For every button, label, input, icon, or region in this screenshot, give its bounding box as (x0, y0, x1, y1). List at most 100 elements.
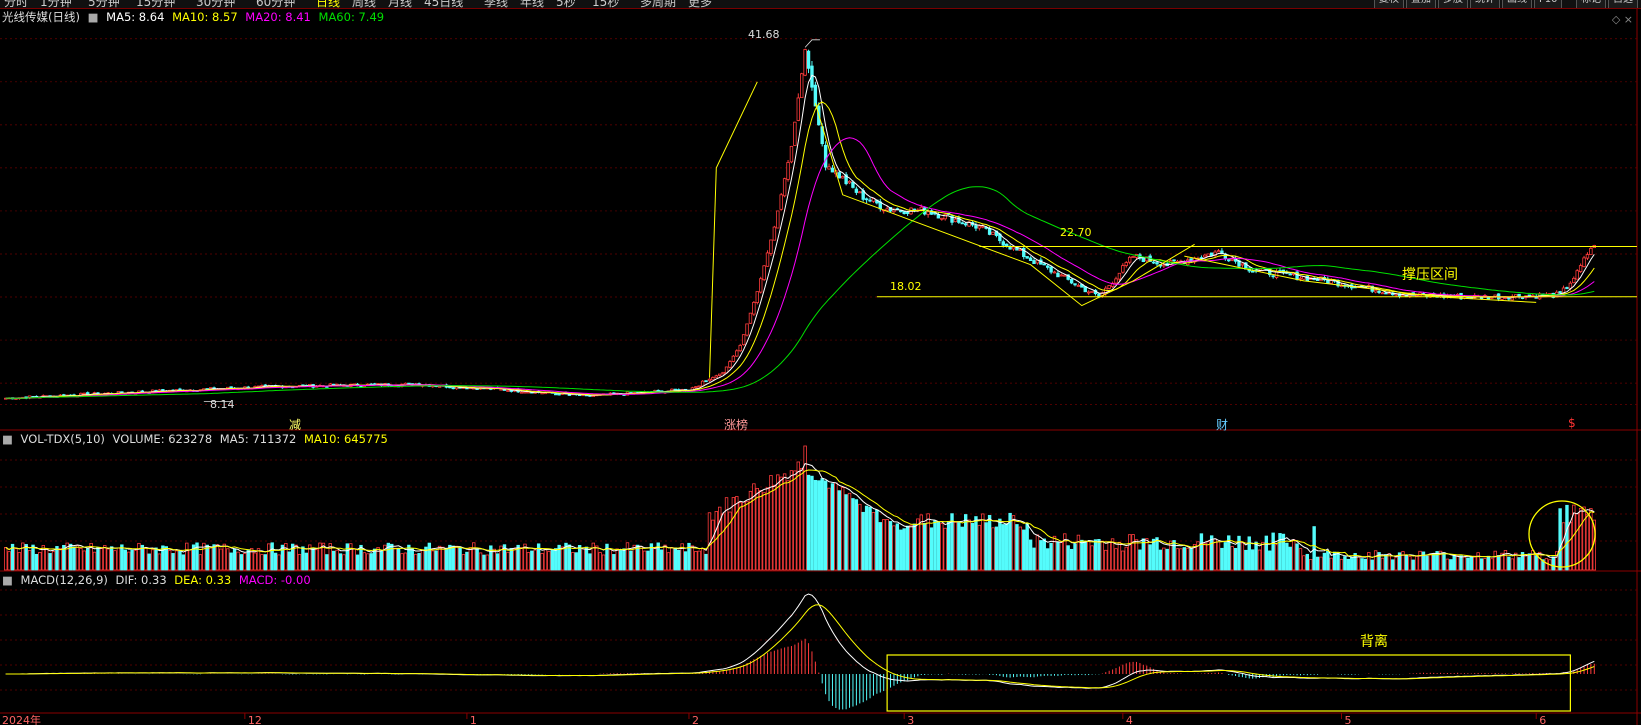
candle-body-127 (437, 385, 442, 388)
candle-body-274 (940, 217, 944, 220)
volume-bar-381 (1305, 553, 1310, 571)
volume-bar-107 (369, 553, 373, 571)
volume-bar-185 (636, 544, 640, 571)
candle-body-247 (847, 180, 852, 184)
volume-bar-244 (837, 490, 841, 571)
volume-bar-192 (659, 549, 664, 571)
volume-bar-320 (1097, 539, 1101, 571)
candle-body-212 (728, 361, 732, 368)
axis-label-2: 1 (470, 714, 477, 725)
candle-body-458 (1568, 282, 1573, 289)
volume-bar-110 (379, 550, 384, 571)
volume-bar-407 (1394, 556, 1398, 571)
candle-body-237 (813, 84, 818, 107)
volume-bar-346 (1186, 547, 1190, 571)
candle-body-297 (1018, 249, 1023, 252)
volume-bar-120 (413, 553, 418, 571)
volume-bar-27 (96, 547, 100, 571)
volume-bar-447 (1531, 550, 1535, 571)
candle-body-196 (673, 388, 678, 391)
candle-body-461 (1578, 265, 1583, 272)
candle-body-242 (830, 167, 835, 173)
close-icon[interactable]: × (1624, 13, 1633, 26)
volume-bar-132 (454, 545, 459, 571)
volume-bar-432 (1479, 558, 1484, 571)
high-label: 41.68 (748, 28, 780, 41)
candle-body-219 (752, 301, 756, 315)
volume-bar-230 (789, 470, 794, 571)
volume-bar-410 (1404, 555, 1409, 571)
volume-bar-335 (1148, 544, 1152, 571)
candle-body-221 (759, 278, 763, 293)
trend-arrow-down (814, 103, 1195, 307)
candle-body-401 (1373, 289, 1378, 293)
candle-body-253 (868, 199, 872, 202)
candle-body-204 (700, 380, 705, 387)
volume-bar-338 (1158, 549, 1163, 571)
volume-bar-297 (1018, 526, 1023, 571)
volume-bar-257 (882, 519, 886, 571)
volume-bar-404 (1384, 554, 1388, 571)
volume-bar-269 (922, 522, 927, 571)
volume-bar-462 (1582, 506, 1586, 571)
low-label: 8.14 (210, 398, 235, 411)
diamond-icon[interactable]: ◇ (1612, 13, 1620, 26)
volume-bar-351 (1203, 543, 1207, 571)
divergence-label: 背离 (1360, 634, 1388, 650)
volume-bar-306 (1049, 542, 1053, 571)
volume-bar-365 (1250, 549, 1255, 571)
volume-bar-324 (1110, 538, 1115, 571)
peak-marker (804, 39, 820, 48)
candle-body-351 (1203, 254, 1207, 258)
volume-bar-238 (817, 480, 821, 571)
candle-body-314 (1076, 284, 1081, 287)
volume-bar-187 (642, 550, 647, 571)
volume-bar-258 (885, 519, 889, 571)
candle-body-352 (1206, 253, 1210, 257)
candle-body-280 (960, 222, 964, 225)
volume-bar-156 (536, 543, 541, 571)
volume-bar-23 (82, 550, 86, 571)
volume-bar-357 (1223, 542, 1228, 571)
volume-bar-343 (1175, 548, 1180, 571)
volume-bar-271 (929, 527, 934, 571)
volume-bar-270 (926, 513, 930, 571)
volume-bar-327 (1121, 550, 1125, 571)
volume-bar-94 (325, 554, 329, 571)
candle-body-60 (208, 387, 213, 390)
candle-body-217 (745, 323, 749, 336)
volume-bar-163 (560, 546, 565, 571)
candle-body-376 (1288, 273, 1292, 276)
volume-bar-457 (1565, 504, 1569, 571)
volume-bar-78 (270, 542, 274, 571)
macd-value: MACD: -0.00 (238, 573, 311, 587)
volume-bar-463 (1585, 513, 1590, 571)
volume-bar-360 (1233, 547, 1238, 571)
volume-bar-379 (1298, 548, 1303, 571)
volume-bar-80 (277, 554, 281, 571)
candle-body-51 (178, 388, 182, 391)
volume-bar-21 (75, 545, 80, 571)
macd-dif-line (5, 593, 1595, 689)
volume-bar-261 (895, 523, 900, 571)
volume-bar-286 (981, 513, 985, 571)
marker-reduce: 减 (289, 418, 302, 432)
volume-bar-52 (181, 554, 186, 571)
volume-bar-197 (677, 549, 681, 571)
volume-bar-406 (1391, 559, 1395, 571)
volume-bar-434 (1486, 555, 1491, 571)
volume-bar-431 (1476, 552, 1480, 571)
volume-bar-323 (1107, 541, 1111, 571)
volume-bar-35 (123, 549, 127, 571)
candle-body-152 (523, 391, 527, 394)
volume-bar-314 (1076, 534, 1081, 571)
volume-bar-117 (403, 552, 408, 571)
volume-bar-262 (899, 529, 903, 571)
volume-bar-121 (417, 553, 421, 571)
volume-bar-143 (492, 548, 496, 571)
volume-bar-298 (1022, 529, 1026, 571)
candle-body-161 (554, 393, 558, 396)
volume-bar-433 (1483, 558, 1487, 571)
volume-bar-66 (229, 552, 233, 571)
chart-corner-icons[interactable]: ◇ × (1612, 13, 1633, 26)
